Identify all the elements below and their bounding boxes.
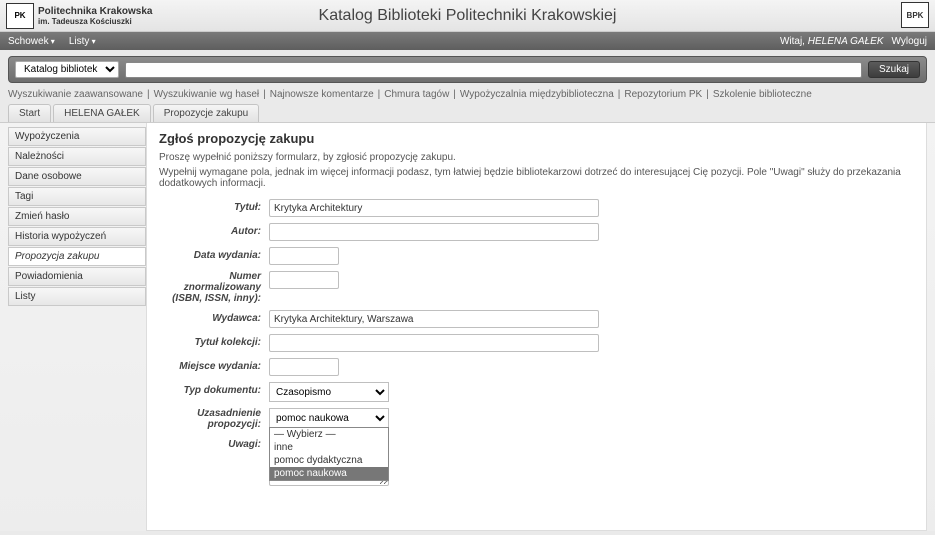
uni-name: Politechnika Krakowska: [38, 6, 153, 17]
label-autor: Autor:: [159, 223, 269, 237]
sublink-adv-search[interactable]: Wyszukiwanie zaawansowane: [8, 89, 143, 100]
label-typ: Typ dokumentu:: [159, 382, 269, 396]
sublink-tag-cloud[interactable]: Chmura tagów: [384, 89, 449, 100]
label-uzasadnienie: Uzasadnienie propozycji:: [159, 408, 269, 430]
logo-group: PK Politechnika Krakowska im. Tadeusza K…: [6, 3, 153, 29]
sidebar-item-fees[interactable]: Należności: [8, 147, 146, 166]
breadcrumb: Start HELENA GAŁEK Propozycje zakupu: [0, 104, 935, 122]
dropdown-option-inne[interactable]: inne: [270, 441, 388, 454]
bc-start[interactable]: Start: [8, 104, 51, 122]
sidebar-item-lists[interactable]: Listy: [8, 287, 146, 306]
label-tytul-kolekcji: Tytuł kolekcji:: [159, 334, 269, 348]
sidebar: Wypożyczenia Należności Dane osobowe Tag…: [8, 123, 146, 531]
dropdown-option-dydaktyczna[interactable]: pomoc dydaktyczna: [270, 454, 388, 467]
sublink-training[interactable]: Szkolenie biblioteczne: [713, 89, 812, 100]
input-wydawca[interactable]: [269, 310, 599, 328]
sidebar-item-personal[interactable]: Dane osobowe: [8, 167, 146, 186]
form-intro: Proszę wypełnić poniższy formularz, by z…: [159, 152, 914, 163]
sublink-by-subject[interactable]: Wyszukiwanie wg haseł: [154, 89, 260, 100]
input-data-wydania[interactable]: [269, 247, 339, 265]
dropdown-uzasadnienie-open: — Wybierz — inne pomoc dydaktyczna pomoc…: [269, 427, 389, 481]
main-panel: Zgłoś propozycję zakupu Proszę wypełnić …: [146, 123, 927, 531]
select-uzasadnienie[interactable]: pomoc naukowa: [269, 408, 389, 428]
form-hint: Wypełnij wymagane pola, jednak im więcej…: [159, 167, 914, 189]
sublink-comments[interactable]: Najnowsze komentarze: [270, 89, 374, 100]
input-numer[interactable]: [269, 271, 339, 289]
select-typ[interactable]: Czasopismo: [269, 382, 389, 402]
logout-link[interactable]: Wyloguj: [892, 36, 927, 47]
menu-listy[interactable]: Listy: [69, 36, 96, 47]
logo-pk: PK: [6, 3, 34, 29]
search-scope-select[interactable]: Katalog bibliotek: [15, 61, 119, 78]
dropdown-option-placeholder[interactable]: — Wybierz —: [270, 428, 388, 441]
form-title: Zgłoś propozycję zakupu: [159, 131, 914, 146]
menubar-left: Schowek Listy: [8, 36, 96, 47]
bc-current[interactable]: Propozycje zakupu: [153, 104, 260, 122]
label-miejsce: Miejsce wydania:: [159, 358, 269, 372]
sidebar-item-tags[interactable]: Tagi: [8, 187, 146, 206]
input-miejsce[interactable]: [269, 358, 339, 376]
header: PK Politechnika Krakowska im. Tadeusza K…: [0, 0, 935, 32]
input-autor[interactable]: [269, 223, 599, 241]
label-uwagi: Uwagi:: [159, 436, 269, 450]
sidebar-item-password[interactable]: Zmień hasło: [8, 207, 146, 226]
input-tytul-kolekcji[interactable]: [269, 334, 599, 352]
sidebar-item-purchase-proposal[interactable]: Propozycja zakupu: [8, 247, 146, 266]
content: Wypożyczenia Należności Dane osobowe Tag…: [0, 122, 935, 531]
uni-subtitle: im. Tadeusza Kościuszki: [38, 17, 153, 26]
logo-bpk: BPK: [901, 2, 929, 28]
uni-text: Politechnika Krakowska im. Tadeusza Kośc…: [38, 6, 153, 26]
menubar: Schowek Listy Witaj, HELENA GAŁEK Wylogu…: [0, 32, 935, 50]
sublink-repo[interactable]: Repozytorium PK: [624, 89, 702, 100]
sidebar-item-notifications[interactable]: Powiadomienia: [8, 267, 146, 286]
label-tytul: Tytuł:: [159, 199, 269, 213]
sublink-ill[interactable]: Wypożyczalnia międzybiblioteczna: [460, 89, 614, 100]
input-tytul[interactable]: [269, 199, 599, 217]
search-button[interactable]: Szukaj: [868, 61, 920, 78]
dropdown-option-naukowa[interactable]: pomoc naukowa: [270, 467, 388, 480]
searchbar-wrap: Katalog bibliotek Szukaj: [0, 50, 935, 89]
searchbar: Katalog bibliotek Szukaj: [8, 56, 927, 83]
greeting: Witaj, HELENA GAŁEK: [780, 36, 884, 47]
label-wydawca: Wydawca:: [159, 310, 269, 324]
menubar-right: Witaj, HELENA GAŁEK Wyloguj: [780, 36, 927, 47]
menu-schowek[interactable]: Schowek: [8, 36, 55, 47]
sublinks: Wyszukiwanie zaawansowane | Wyszukiwanie…: [0, 89, 935, 104]
label-data-wydania: Data wydania:: [159, 247, 269, 261]
sidebar-item-history[interactable]: Historia wypożyczeń: [8, 227, 146, 246]
label-numer: Numer znormalizowany (ISBN, ISSN, inny):: [159, 271, 269, 304]
search-input[interactable]: [125, 62, 862, 78]
sidebar-item-loans[interactable]: Wypożyczenia: [8, 127, 146, 146]
bc-user[interactable]: HELENA GAŁEK: [53, 104, 151, 122]
